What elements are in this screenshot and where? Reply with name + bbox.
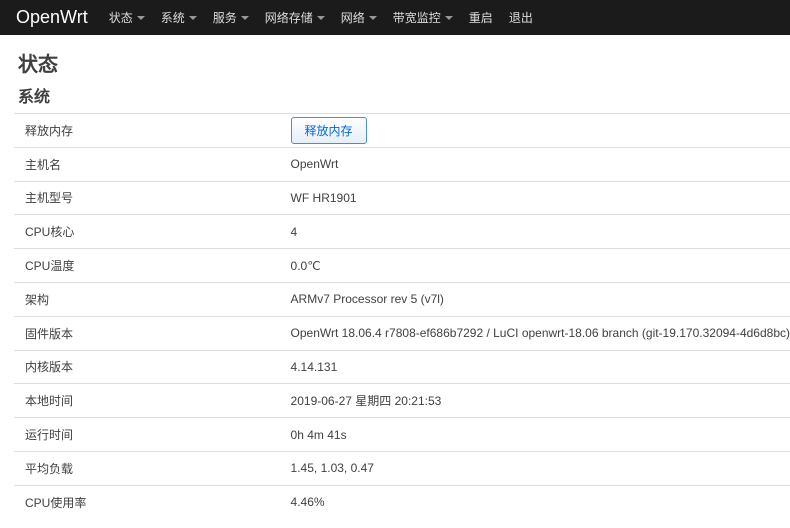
table-row: CPU核心 4 (14, 214, 790, 249)
row-value-kernel: 4.14.131 (290, 359, 338, 374)
section-title: 系统 (18, 87, 51, 106)
table-row: 主机名 OpenWrt (14, 147, 790, 181)
row-value-cpu-temp: 0.0℃ (290, 258, 321, 273)
row-label-local-time: 本地时间 (25, 394, 74, 409)
row-value-uptime: 0h 4m 41s (290, 427, 347, 442)
row-label-cpu-temp: CPU温度 (25, 259, 75, 274)
nav-menu-services[interactable]: 服务 (205, 0, 257, 35)
brand-logo[interactable]: OpenWrt (16, 7, 88, 28)
nav-logout-label: 退出 (508, 11, 533, 25)
row-value-local-time: 2019-06-27 星期四 20:21:53 (290, 394, 442, 409)
row-value-cpu-cores: 4 (290, 224, 298, 239)
nav-logout-link[interactable]: 退出 (501, 0, 541, 35)
row-value-free-memory: 释放内存 (290, 114, 790, 148)
nav-menu-bandwidth[interactable]: 带宽监控 (385, 0, 461, 35)
nav-menu-status[interactable]: 状态 (101, 0, 153, 35)
table-row: 平均负载 1.45, 1.03, 0.47 (14, 451, 790, 485)
chevron-down-icon (240, 16, 249, 20)
chevron-down-icon (316, 16, 325, 20)
table-row: 内核版本 4.14.131 (14, 350, 790, 384)
top-navbar: OpenWrt 状态 系统 服务 网络存储 网络 带宽监控 重启 退出 (0, 0, 790, 35)
row-value-firmware: OpenWrt 18.06.4 r7808-ef686b7292 / LuCI … (290, 326, 790, 341)
nav-reboot-label: 重启 (468, 11, 493, 25)
nav-menu-nas-label: 网络存储 (264, 11, 313, 25)
free-memory-button[interactable]: 释放内存 (290, 116, 367, 144)
row-label-cpu-usage: CPU使用率 (25, 495, 87, 510)
row-label-load-average: 平均负载 (25, 461, 74, 476)
row-label-cpu-cores: CPU核心 (25, 225, 75, 240)
page-title: 状态 (18, 52, 58, 76)
chevron-down-icon (136, 16, 145, 20)
row-label-model: 主机型号 (25, 191, 74, 206)
table-row: CPU温度 0.0℃ (14, 248, 790, 283)
chevron-down-icon (444, 16, 453, 20)
chevron-down-icon (368, 16, 377, 20)
system-info-table: 释放内存 释放内存 主机名 OpenWrt 主机型号 WF HR1901 CPU… (14, 113, 790, 519)
row-value-model: WF HR1901 (290, 190, 357, 205)
nav-menu-network[interactable]: 网络 (333, 0, 385, 35)
table-row: 架构 ARMv7 Processor rev 5 (v7l) (14, 282, 790, 316)
nav-menu-services-label: 服务 (212, 11, 237, 25)
row-value-load-average: 1.45, 1.03, 0.47 (290, 461, 374, 476)
row-value-architecture: ARMv7 Processor rev 5 (v7l) (290, 292, 444, 307)
row-value-hostname: OpenWrt (290, 157, 339, 172)
row-label-kernel: 内核版本 (25, 360, 74, 375)
table-row: 释放内存 释放内存 (14, 113, 790, 148)
nav-reboot-link[interactable]: 重启 (461, 0, 501, 35)
table-row: 主机型号 WF HR1901 (14, 181, 790, 215)
table-row: 本地时间 2019-06-27 星期四 20:21:53 (14, 383, 790, 418)
row-label-architecture: 架构 (25, 292, 50, 307)
table-row: 固件版本 OpenWrt 18.06.4 r7808-ef686b7292 / … (14, 316, 790, 350)
nav-menu-network-label: 网络 (340, 11, 365, 25)
row-label-uptime: 运行时间 (25, 428, 74, 443)
chevron-down-icon (188, 16, 197, 20)
nav-menu-status-label: 状态 (108, 11, 133, 25)
nav-menu-system-label: 系统 (160, 11, 185, 25)
nav-menu-bandwidth-label: 带宽监控 (392, 11, 441, 25)
nav-menu-system[interactable]: 系统 (153, 0, 205, 35)
row-label-firmware: 固件版本 (25, 326, 74, 341)
table-row: 运行时间 0h 4m 41s (14, 417, 790, 452)
nav-menu-nas[interactable]: 网络存储 (257, 0, 333, 35)
row-value-cpu-usage: 4.46% (290, 495, 325, 510)
row-label-hostname: 主机名 (25, 157, 62, 172)
row-label-free-memory: 释放内存 (25, 123, 74, 138)
table-row: CPU使用率 4.46% (14, 485, 790, 519)
